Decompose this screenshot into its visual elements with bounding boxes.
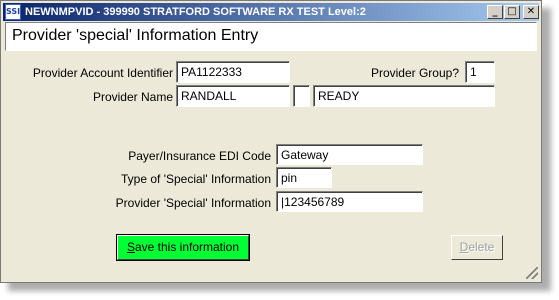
provider-account-identifier-field[interactable]: PA1122333 xyxy=(176,61,290,83)
provider-middle-initial-field[interactable] xyxy=(293,85,310,107)
title-bar[interactable]: SSI NEWNMPVID - 399990 STRATFORD SOFTWAR… xyxy=(3,3,539,21)
payer-edi-code-field[interactable]: Gateway xyxy=(276,144,423,165)
page-title: Provider 'special' Information Entry xyxy=(12,27,259,44)
special-info-type-field[interactable]: pin xyxy=(276,167,332,188)
maximize-button[interactable]: □ xyxy=(504,5,520,19)
header-panel: Provider 'special' Information Entry xyxy=(5,22,537,51)
provider-group-field[interactable]: 1 xyxy=(465,61,495,83)
provider-first-name-field[interactable]: READY xyxy=(313,85,495,107)
dialog-window: SSI NEWNMPVID - 399990 STRATFORD SOFTWAR… xyxy=(0,0,542,283)
resize-grip[interactable] xyxy=(526,267,538,279)
minimize-button[interactable]: _ xyxy=(487,5,503,19)
app-icon: SSI xyxy=(5,4,21,20)
provider-group-label: Provider Group? xyxy=(370,66,459,80)
close-button[interactable]: ✕ xyxy=(523,5,539,19)
save-button-accesskey: S xyxy=(126,240,135,254)
window-title: NEWNMPVID - 399990 STRATFORD SOFTWARE RX… xyxy=(25,6,366,18)
save-button[interactable]: Save this information xyxy=(116,234,250,261)
provider-name-label: Provider Name xyxy=(92,90,173,104)
delete-button-label: elete xyxy=(468,240,495,254)
payer-edi-code-label: Payer/Insurance EDI Code xyxy=(128,149,271,163)
special-info-type-label: Type of 'Special' Information xyxy=(121,172,271,186)
provider-last-name-field[interactable]: RANDALL xyxy=(176,85,290,107)
provider-account-identifier-label: Provider Account Identifier xyxy=(32,66,173,80)
save-button-label: ave this information xyxy=(134,240,240,254)
delete-button-accesskey: D xyxy=(459,240,469,254)
delete-button[interactable]: Delete xyxy=(451,235,503,260)
special-info-field[interactable]: |123456789 xyxy=(276,191,423,212)
special-info-label: Provider 'Special' Information xyxy=(115,196,271,210)
